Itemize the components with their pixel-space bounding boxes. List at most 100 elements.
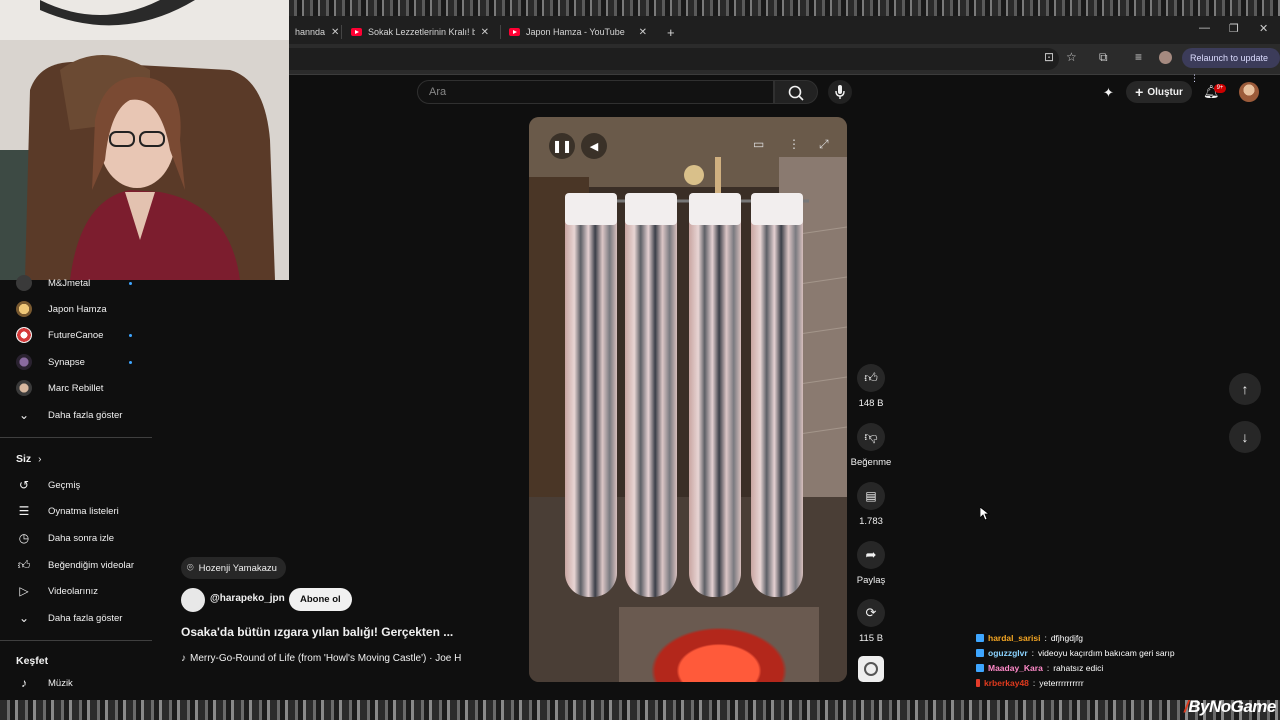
captions-icon[interactable]: ▭: [753, 137, 764, 151]
voice-search-button[interactable]: [828, 80, 852, 104]
sidebar-item-your-videos[interactable]: ▷ Videolarınız: [0, 578, 152, 604]
search-button[interactable]: [774, 80, 818, 104]
minimize-icon[interactable]: —: [1199, 22, 1210, 34]
subscribe-button[interactable]: Abone ol: [289, 588, 352, 611]
sidebar-item-watch-later[interactable]: ◷ Daha sonra izle: [0, 525, 152, 551]
short-title[interactable]: Osaka'da bütün ızgara yılan balığı! Gerç…: [181, 625, 453, 639]
stream-watermark-logo: /ByNoGame: [1184, 697, 1276, 717]
sidebar-item-label: Daha fazla göster: [48, 409, 123, 421]
sidebar-item-label: Japon Hamza: [48, 303, 107, 315]
share-button[interactable]: ➦: [857, 541, 885, 569]
create-button[interactable]: + Oluştur: [1126, 81, 1192, 103]
channel-avatar[interactable]: [181, 588, 205, 612]
new-tab-button[interactable]: +: [661, 20, 681, 44]
location-chip[interactable]: ⌾ Hozenji Yamakazu: [181, 557, 286, 579]
watch-later-icon: ◷: [18, 531, 30, 545]
sidebar-item-label: Daha sonra izle: [48, 532, 115, 544]
fullscreen-icon[interactable]: ⤢: [819, 137, 829, 152]
account-avatar[interactable]: [1239, 82, 1259, 102]
profile-avatar-icon[interactable]: [1159, 51, 1172, 64]
channel-avatar-icon: [16, 380, 32, 396]
music-info[interactable]: ♪ Merry-Go-Round of Life (from 'Howl's M…: [181, 653, 461, 664]
more-vert-icon[interactable]: ⋮: [788, 137, 800, 151]
browser-tab[interactable]: Sokak Lezzetlerinin Kralı! bahan ✕: [345, 20, 495, 44]
decorative-frame-bottom: [0, 700, 1280, 720]
sidebar-item-subscription[interactable]: FutureCanoe: [0, 322, 152, 348]
tab-divider: [341, 25, 342, 39]
address-bar[interactable]: [289, 48, 1059, 70]
share-icon: ➦: [865, 547, 877, 562]
sidebar-show-more[interactable]: ⌄ Daha fazla göster: [0, 402, 152, 428]
history-icon: ↺: [18, 478, 30, 492]
media-queue-icon[interactable]: ≡: [1135, 50, 1142, 64]
browser-tab-bar: hannda ✕ Sokak Lezzetlerinin Kralı! baha…: [289, 16, 1280, 44]
next-short-button[interactable]: ↓: [1229, 421, 1261, 453]
sidebar-item-subscription[interactable]: M&Jmetal: [0, 270, 152, 296]
channel-handle[interactable]: @harapeko_jpn: [210, 593, 285, 604]
volume-button[interactable]: ◀︎: [581, 133, 607, 159]
browser-tab[interactable]: hannda ✕: [289, 20, 339, 44]
sidebar-item-subscription[interactable]: Marc Rebillet: [0, 375, 152, 401]
new-content-dot: [129, 333, 132, 337]
relaunch-label: Relaunch to update: [1190, 53, 1269, 63]
sidebar-item-label: Oynatma listeleri: [48, 505, 119, 517]
close-tab-icon[interactable]: ✕: [331, 27, 339, 38]
sidebar-item-subscription[interactable]: Synapse: [0, 349, 152, 375]
grilled-eel: [751, 197, 803, 597]
sidebar-item-playlists[interactable]: ☰ Oynatma listeleri: [0, 498, 152, 524]
sidebar-item-label: Müzik: [48, 677, 73, 689]
arrow-down-icon: ↓: [1241, 429, 1249, 445]
close-tab-icon[interactable]: ✕: [481, 27, 489, 38]
sidebar-item-subscription[interactable]: Japon Hamza: [0, 296, 152, 322]
restore-icon[interactable]: ❐: [1229, 22, 1239, 35]
youtube-icon: [351, 28, 362, 36]
sidebar-item-liked-videos[interactable]: 👍︎ Beğendiğim videolar: [0, 552, 152, 578]
gemini-sparkle-icon[interactable]: ✦: [1103, 85, 1114, 101]
comments-button[interactable]: ▤: [857, 482, 885, 510]
remix-icon: ⟳: [865, 605, 877, 620]
browser-tab-active[interactable]: Japon Hamza - YouTube ✕: [503, 20, 653, 44]
extensions-icon[interactable]: ⧉: [1099, 50, 1108, 65]
chat-username: hardal_sarisi: [988, 633, 1041, 643]
chat-message: oguzzglvr : videoyu kaçırdım bakıcam ger…: [976, 648, 1175, 658]
sidebar-show-more[interactable]: ⌄ Daha fazla göster: [0, 605, 152, 631]
sidebar-item-music[interactable]: ♪ Müzik: [0, 670, 152, 696]
sidebar-item-label: Videolarınız: [48, 585, 98, 597]
sidebar-explore-heading: Keşfet: [16, 655, 49, 667]
install-app-icon[interactable]: ⊡: [1044, 50, 1054, 64]
chat-username: Maaday_Kara: [988, 663, 1043, 673]
plus-icon: +: [1135, 84, 1144, 100]
sidebar-divider: [0, 437, 152, 438]
more-vert-icon: ⋮: [1190, 73, 1199, 83]
dislike-button[interactable]: 👎︎: [857, 423, 885, 451]
close-window-icon[interactable]: ✕: [1259, 22, 1268, 35]
close-tab-icon[interactable]: ✕: [639, 27, 647, 38]
like-button[interactable]: 👍︎: [857, 364, 885, 392]
tab-title: Sokak Lezzetlerinin Kralı! bahan: [368, 27, 475, 37]
channel-avatar-icon: [16, 275, 32, 291]
channel-thumbnail[interactable]: [858, 656, 884, 682]
channel-avatar-icon: [16, 354, 32, 370]
relaunch-button[interactable]: Relaunch to update ⋮: [1182, 48, 1280, 83]
short-video-player[interactable]: ❚❚ ◀︎ ▭ ⋮ ⤢: [529, 117, 847, 682]
music-note-icon: ♪: [181, 653, 186, 664]
previous-short-button[interactable]: ↑: [1229, 373, 1261, 405]
chat-message: hardal_sarisi : dfjhgdjfg: [976, 633, 1083, 643]
pause-button[interactable]: ❚❚: [549, 133, 575, 159]
dislike-label: Beğenme: [850, 457, 892, 468]
notification-badge: 9+: [1214, 84, 1226, 93]
bookmark-star-icon[interactable]: ☆: [1066, 50, 1077, 64]
remix-button[interactable]: ⟳: [857, 599, 885, 627]
eel-skewer-top: [689, 193, 741, 225]
sidebar-you-heading[interactable]: Siz ›: [16, 453, 41, 465]
music-title: Merry-Go-Round of Life (from 'Howl's Mov…: [190, 653, 462, 664]
chat-text: dfjhgdjfg: [1050, 633, 1083, 643]
sidebar-item-history[interactable]: ↺ Geçmiş: [0, 472, 152, 498]
chat-badge-icon: [976, 664, 984, 672]
sidebar-item-label: Marc Rebillet: [48, 382, 104, 394]
chat-message: Maaday_Kara : rahatsız edici: [976, 663, 1103, 673]
microphone-icon: [835, 85, 845, 99]
chat-text: yeterrrrrrrrrr: [1039, 678, 1084, 688]
search-input[interactable]: Ara: [417, 80, 774, 104]
your-videos-icon: ▷: [19, 584, 29, 598]
